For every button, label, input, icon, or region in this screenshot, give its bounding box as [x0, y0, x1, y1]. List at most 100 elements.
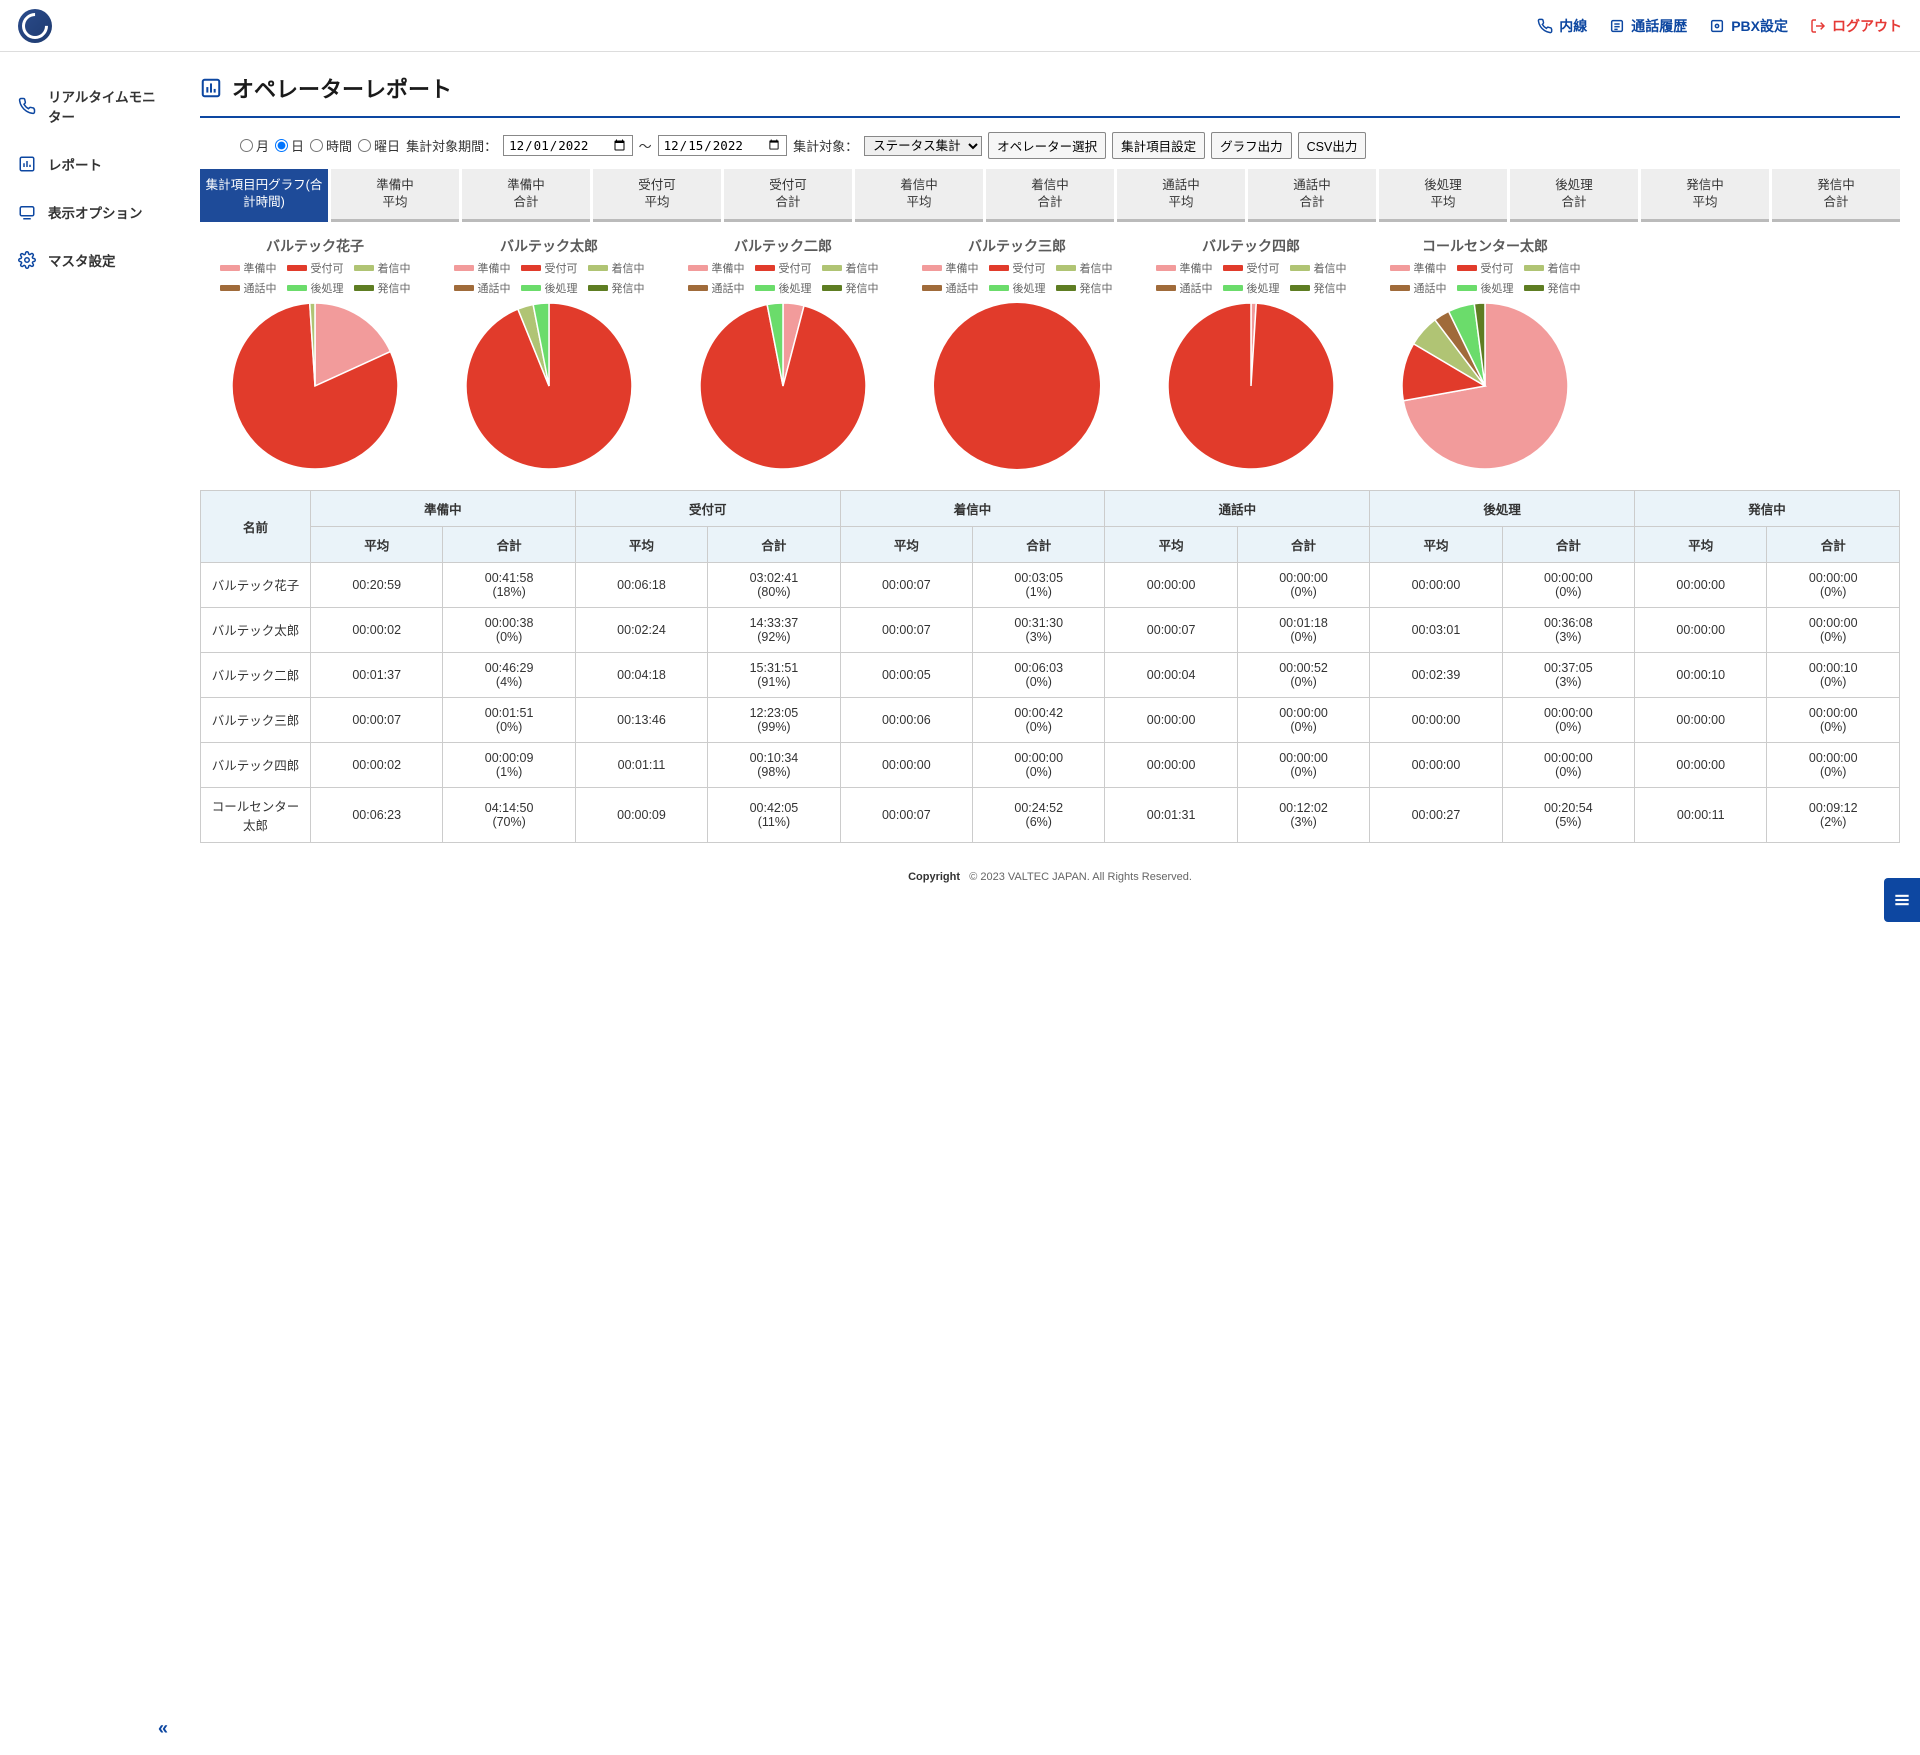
date-to-input[interactable]: [658, 135, 788, 156]
tab-11[interactable]: 発信中平均: [1641, 169, 1769, 222]
sidebar-item-label: リアルタイムモニター: [48, 86, 162, 126]
cell-value: 00:00:00(0%): [1502, 697, 1634, 742]
sidebar: リアルタイムモニター レポート 表示オプション マスタ設定 «: [0, 0, 180, 1755]
cell-value: 00:00:00(0%): [1237, 697, 1369, 742]
cell-value: 00:00:02: [311, 742, 443, 787]
chart-legend: 準備中受付可着信中通話中後処理発信中: [668, 260, 898, 296]
tab-1[interactable]: 準備中平均: [331, 169, 459, 222]
legend-item: 準備中: [922, 260, 979, 276]
legend-label: 通話中: [478, 280, 511, 296]
legend-item: 準備中: [454, 260, 511, 276]
table-row: バルテック太郎00:00:0200:00:38(0%)00:02:2414:33…: [201, 607, 1900, 652]
cell-value: 00:00:00: [1635, 607, 1767, 652]
col-group-header: 発信中: [1635, 490, 1900, 526]
cell-value: 00:01:31: [1105, 787, 1237, 842]
legend-label: 準備中: [478, 260, 511, 276]
settings-square-icon: [1709, 18, 1725, 34]
cell-value: 00:00:42(0%): [973, 697, 1105, 742]
cell-value: 00:00:00: [1370, 697, 1502, 742]
cell-value: 03:02:41(80%): [708, 562, 840, 607]
cell-value: 00:00:38(0%): [443, 607, 575, 652]
sidebar-item-master[interactable]: マスタ設定: [0, 236, 180, 284]
nav-pbx[interactable]: PBX設定: [1709, 16, 1788, 36]
tab-3[interactable]: 受付可平均: [593, 169, 721, 222]
tab-2[interactable]: 準備中合計: [462, 169, 590, 222]
nav-logout[interactable]: ログアウト: [1810, 16, 1902, 36]
legend-label: 発信中: [1080, 280, 1113, 296]
table-row: バルテック四郎00:00:0200:00:09(1%)00:01:1100:10…: [201, 742, 1900, 787]
sidebar-collapse-button[interactable]: «: [158, 1718, 168, 1739]
legend-item: 着信中: [1056, 260, 1113, 276]
legend-label: 着信中: [612, 260, 645, 276]
operator-select-button[interactable]: オペレーター選択: [988, 132, 1106, 159]
tilde: 〜: [639, 136, 652, 155]
col-sub-header: 平均: [1105, 526, 1237, 562]
tab-9[interactable]: 後処理平均: [1379, 169, 1507, 222]
cell-value: 00:00:00(0%): [1767, 742, 1900, 787]
legend-label: 後処理: [779, 280, 812, 296]
legend-label: 着信中: [378, 260, 411, 276]
chart-title: バルテック四郎: [1136, 236, 1366, 256]
target-select[interactable]: ステータス集計: [864, 136, 982, 156]
nav-history[interactable]: 通話履歴: [1609, 16, 1687, 36]
legend-swatch: [220, 265, 240, 271]
item-settings-button[interactable]: 集計項目設定: [1112, 132, 1205, 159]
legend-swatch: [688, 265, 708, 271]
legend-item: 着信中: [354, 260, 411, 276]
legend-label: 後処理: [1247, 280, 1280, 296]
sidebar-item-report[interactable]: レポート: [0, 140, 180, 188]
date-from-input[interactable]: [503, 135, 633, 156]
cell-value: 00:00:11: [1635, 787, 1767, 842]
legend-swatch: [1524, 265, 1544, 271]
sidebar-item-realtime[interactable]: リアルタイムモニター: [0, 72, 180, 140]
cell-value: 00:00:02: [311, 607, 443, 652]
cell-name: バルテック二郎: [201, 652, 311, 697]
sidebar-item-label: マスタ設定: [48, 250, 116, 270]
legend-swatch: [588, 265, 608, 271]
tab-0[interactable]: 集計項目円グラフ(合計時間): [200, 169, 328, 222]
chart-card: バルテック四郎準備中受付可着信中通話中後処理発信中: [1136, 236, 1366, 470]
col-group-header: 後処理: [1370, 490, 1635, 526]
tab-10[interactable]: 後処理合計: [1510, 169, 1638, 222]
radio-month[interactable]: 月: [240, 136, 269, 155]
sidebar-item-display[interactable]: 表示オプション: [0, 188, 180, 236]
tab-4[interactable]: 受付可合計: [724, 169, 852, 222]
page-title-row: オペレーターレポート: [200, 72, 1900, 104]
legend-item: 受付可: [521, 260, 578, 276]
legend-swatch: [755, 285, 775, 291]
tab-8[interactable]: 通話中合計: [1248, 169, 1376, 222]
legend-swatch: [1290, 285, 1310, 291]
csv-output-button[interactable]: CSV出力: [1298, 132, 1367, 159]
legend-item: 準備中: [220, 260, 277, 276]
legend-swatch: [1056, 265, 1076, 271]
radio-hour[interactable]: 時間: [310, 136, 352, 155]
chart-card: コールセンター太郎準備中受付可着信中通話中後処理発信中: [1370, 236, 1600, 470]
cell-value: 00:01:37: [311, 652, 443, 697]
legend-label: 発信中: [1314, 280, 1347, 296]
legend-swatch: [521, 265, 541, 271]
chart-title: バルテック二郎: [668, 236, 898, 256]
cell-value: 00:00:00(0%): [973, 742, 1105, 787]
side-drawer-toggle[interactable]: [1884, 878, 1920, 922]
col-sub-header: 合計: [973, 526, 1105, 562]
page-title: オペレーターレポート: [232, 72, 452, 104]
cell-value: 00:00:00(0%): [1502, 562, 1634, 607]
tab-5[interactable]: 着信中平均: [855, 169, 983, 222]
col-sub-header: 平均: [311, 526, 443, 562]
legend-label: 後処理: [311, 280, 344, 296]
pie-chart: [434, 302, 664, 470]
table-row: バルテック花子00:20:5900:41:58(18%)00:06:1803:0…: [201, 562, 1900, 607]
radio-weekday[interactable]: 曜日: [358, 136, 400, 155]
tab-7[interactable]: 通話中平均: [1117, 169, 1245, 222]
graph-output-button[interactable]: グラフ出力: [1211, 132, 1292, 159]
tab-12[interactable]: 発信中合計: [1772, 169, 1900, 222]
cell-value: 00:00:07: [840, 607, 972, 652]
cell-value: 00:00:10: [1635, 652, 1767, 697]
radio-day[interactable]: 日: [275, 136, 304, 155]
tab-6[interactable]: 着信中合計: [986, 169, 1114, 222]
cell-value: 00:01:18(0%): [1237, 607, 1369, 652]
nav-naisen[interactable]: 内線: [1537, 16, 1587, 36]
pie-chart: [1136, 302, 1366, 470]
chart-card: バルテック二郎準備中受付可着信中通話中後処理発信中: [668, 236, 898, 470]
legend-label: 通話中: [1180, 280, 1213, 296]
